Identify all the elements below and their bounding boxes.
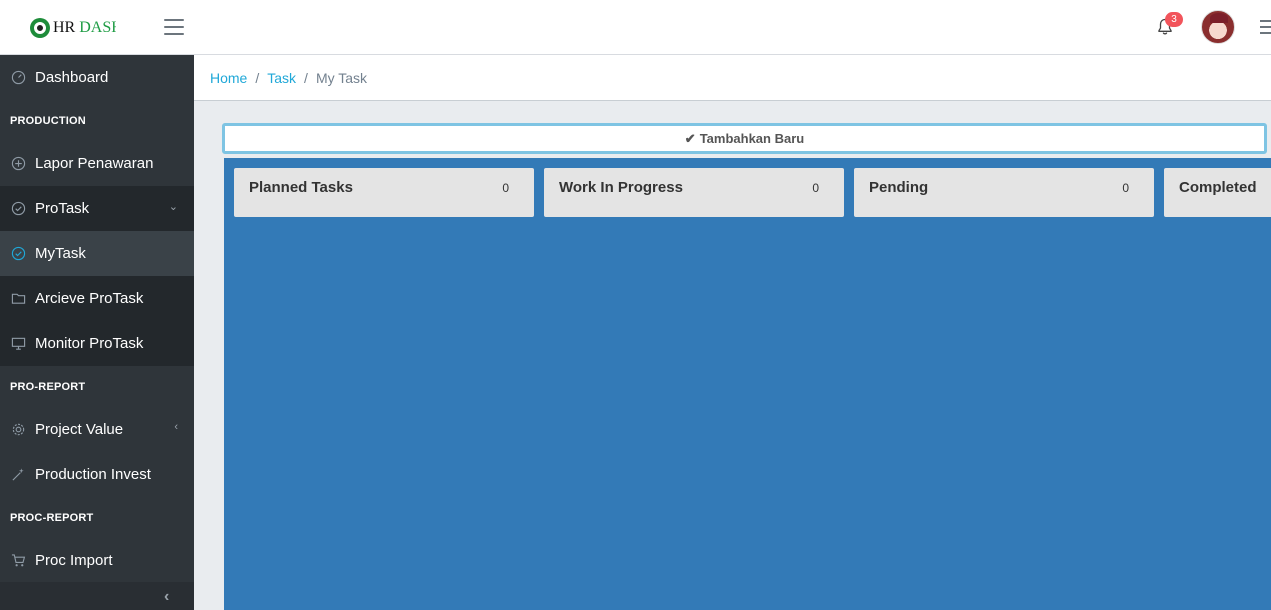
sidebar-item-mytask[interactable]: MyTask <box>0 231 194 276</box>
sidebar-item-label: Arcieve ProTask <box>35 290 144 307</box>
breadcrumb-current: My Task <box>315 69 368 86</box>
sidebar-item-label: Monitor ProTask <box>35 335 144 352</box>
sidebar-item-label: Dashboard <box>35 69 109 86</box>
brand-text: HRDASH <box>53 19 116 36</box>
kanban-column-in-progress[interactable]: Work In Progress 0 <box>544 168 844 217</box>
breadcrumb-task-link[interactable]: Task <box>267 70 296 86</box>
plus-circle-icon <box>10 156 26 172</box>
check-circle-icon <box>10 246 26 262</box>
sidebar-item-project-value[interactable]: Project Value ‹ <box>0 407 194 452</box>
sidebar-item-proc-import[interactable]: Proc Import <box>0 538 194 583</box>
column-title: Completed <box>1179 179 1257 196</box>
add-new-task-button[interactable]: ✔ Tambahkan Baru <box>222 123 1267 154</box>
breadcrumb-separator: / <box>304 69 308 86</box>
cart-icon <box>10 553 26 569</box>
folder-icon <box>10 291 26 307</box>
sidebar-item-label: Lapor Penawaran <box>35 155 154 172</box>
chevron-left-icon: ‹ <box>164 588 170 605</box>
column-count: 0 <box>502 181 509 195</box>
column-title: Planned Tasks <box>249 179 353 196</box>
sidebar-section-title: PROC-REPORT <box>10 511 94 524</box>
kanban-column-pending[interactable]: Pending 0 <box>854 168 1154 217</box>
kanban-column-completed[interactable]: Completed 0 <box>1164 168 1271 217</box>
sidebar-item-label: Production Invest <box>35 466 151 483</box>
sidebar-section-title: PRODUCTION <box>10 114 86 127</box>
add-new-task-label: Tambahkan Baru <box>699 131 805 146</box>
speedometer-icon <box>10 70 26 86</box>
column-title: Pending <box>869 179 929 196</box>
sidebar-item-production-invest[interactable]: Production Invest <box>0 452 194 497</box>
logo-icon <box>30 18 50 38</box>
sidebar-item-arcieve-protask[interactable]: Arcieve ProTask <box>0 276 194 321</box>
gear-icon <box>10 422 26 438</box>
sidebar-item-label: ProTask <box>35 200 90 217</box>
column-title: Work In Progress <box>559 179 683 196</box>
brand-logo[interactable]: HRDASH <box>30 17 116 39</box>
sidebar-minimize-button[interactable]: ‹ <box>0 582 194 610</box>
check-circle-icon <box>10 201 26 217</box>
sidebar-item-label: Project Value <box>35 421 124 438</box>
sidebar-item-lapor-penawaran[interactable]: Lapor Penawaran <box>0 141 194 186</box>
column-count: 0 <box>1122 181 1129 195</box>
breadcrumb: Home / Task / My Task <box>194 55 1271 101</box>
sidebar: Dashboard PRODUCTION Lapor Penawaran Pro… <box>0 55 194 610</box>
breadcrumb-separator: / <box>255 69 260 86</box>
breadcrumb-home-link[interactable]: Home <box>210 70 247 86</box>
avatar[interactable] <box>1201 10 1235 44</box>
notification-badge: 3 <box>1165 12 1183 27</box>
sidebar-item-label: MyTask <box>35 245 86 262</box>
chevron-down-icon: ⌄ <box>168 201 178 213</box>
sidebar-section-title: PRO-REPORT <box>10 380 86 393</box>
chevron-left-icon: ‹ <box>174 421 178 433</box>
column-count: 0 <box>812 181 819 195</box>
sidebar-item-label: Proc Import <box>35 552 113 569</box>
kanban-column-planned[interactable]: Planned Tasks 0 <box>234 168 534 217</box>
sidebar-item-monitor-protask[interactable]: Monitor ProTask <box>0 321 194 366</box>
magic-wand-icon <box>10 467 26 483</box>
sidebar-item-protask[interactable]: ProTask ⌄ <box>0 186 194 231</box>
check-icon: ✔ <box>684 130 696 146</box>
aside-menu-toggle-button[interactable] <box>1260 20 1271 34</box>
monitor-icon <box>10 336 26 352</box>
top-header: HRDASH 3 <box>0 0 1271 55</box>
kanban-board: Planned Tasks 0 Work In Progress 0 Pendi… <box>224 158 1271 610</box>
sidebar-toggle-button[interactable] <box>164 19 184 35</box>
sidebar-item-dashboard[interactable]: Dashboard <box>0 55 194 100</box>
